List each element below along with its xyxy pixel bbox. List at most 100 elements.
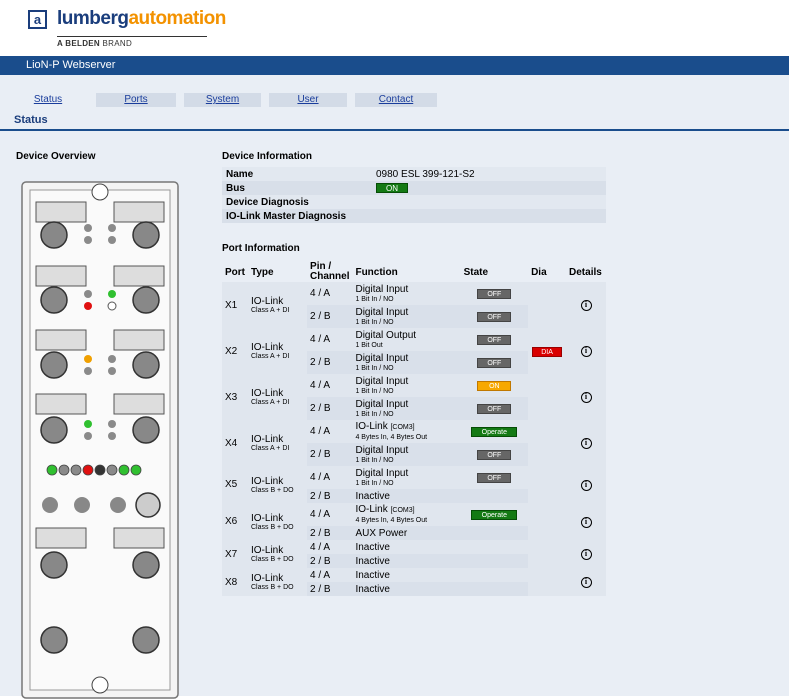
- table-row: Device Diagnosis: [222, 195, 606, 209]
- port-state: Operate: [460, 420, 529, 443]
- port-state: [460, 568, 529, 582]
- port-state: OFF: [460, 443, 529, 466]
- port-id: X4: [222, 420, 248, 466]
- info-icon[interactable]: i: [580, 479, 592, 491]
- info-icon[interactable]: i: [580, 516, 592, 528]
- table-row: X4 IO-Link Class A + DI 4 / A IO-Link [COM3]…: [222, 420, 606, 466]
- port-id: X6: [222, 503, 248, 540]
- port-dia: [528, 374, 567, 420]
- pin-channel: 4 / A: [307, 374, 353, 397]
- port-function: Digital Input 1 Bit In / NO: [352, 305, 461, 328]
- pin-channel: 2 / B: [307, 351, 353, 374]
- port-type: IO-Link Class A + DI: [248, 328, 308, 374]
- pin-channel: 4 / A: [307, 568, 353, 582]
- port-dia: [528, 568, 567, 596]
- port-type: IO-Link Class A + DI: [248, 374, 308, 420]
- port-state: OFF: [460, 466, 529, 489]
- info-icon[interactable]: i: [580, 392, 592, 403]
- port-state: ON: [460, 374, 529, 397]
- port-details: i: [566, 568, 606, 596]
- tab-system[interactable]: System: [184, 93, 261, 107]
- state-badge: OFF: [477, 289, 512, 299]
- page-title: Status: [0, 109, 789, 131]
- port-type: IO-Link Class A + DI: [248, 282, 308, 328]
- port-details: i: [566, 420, 606, 466]
- port-type: IO-Link Class B + DO: [248, 466, 308, 503]
- pin-channel: 4 / A: [307, 503, 353, 526]
- port-state: OFF: [460, 328, 529, 351]
- table-row: IO-Link Master Diagnosis: [222, 209, 606, 223]
- info-icon[interactable]: i: [580, 577, 592, 588]
- port-state: [460, 540, 529, 554]
- port-state: OFF: [460, 397, 529, 420]
- tab-user[interactable]: User: [269, 93, 347, 107]
- table-row: Name 0980 ESL 399-121-S2: [222, 167, 606, 181]
- port-id: X1: [222, 282, 248, 328]
- logo-text: lumbergautomation: [57, 8, 226, 29]
- pin-channel: 4 / A: [307, 420, 353, 443]
- device-overview-heading: Device Overview: [16, 151, 96, 162]
- pin-channel: 4 / A: [307, 328, 353, 351]
- pin-channel: 2 / B: [307, 582, 353, 596]
- tab-status[interactable]: Status: [8, 93, 88, 107]
- dia-badge: DIA: [532, 346, 563, 357]
- port-dia: [528, 540, 567, 568]
- state-badge: OFF: [477, 404, 512, 414]
- port-dia: [528, 420, 567, 466]
- port-details: i: [566, 466, 606, 503]
- port-details: i: [566, 503, 606, 540]
- port-function: Digital Input 1 Bit In / NO: [352, 374, 461, 397]
- port-state: [460, 582, 529, 596]
- tab-ports[interactable]: Ports: [96, 93, 176, 107]
- port-information-table: Port Type Pin / Channel Function State D…: [222, 262, 606, 596]
- port-state: [460, 554, 529, 568]
- port-id: X3: [222, 374, 248, 420]
- state-badge: OFF: [477, 473, 512, 483]
- port-function: Digital Input 1 Bit In / NO: [352, 282, 461, 305]
- header: a lumbergautomation A BELDEN BRAND: [0, 0, 789, 56]
- pin-channel: 2 / B: [307, 305, 353, 328]
- port-details: i: [566, 540, 606, 568]
- port-function: Digital Input 1 Bit In / NO: [352, 466, 461, 489]
- info-icon[interactable]: i: [580, 300, 592, 311]
- port-id: X7: [222, 540, 248, 568]
- info-icon[interactable]: i: [580, 549, 592, 560]
- tab-contact[interactable]: Contact: [355, 93, 437, 107]
- state-badge: OFF: [477, 358, 512, 368]
- port-function: Digital Input 1 Bit In / NO: [352, 397, 461, 420]
- state-badge: OFF: [477, 450, 512, 460]
- port-function: Digital Output 1 Bit Out: [352, 328, 461, 351]
- port-function: IO-Link [COM3] 4 Bytes In, 4 Bytes Out: [352, 420, 461, 443]
- bus-status-badge: ON: [376, 182, 408, 193]
- port-function: Digital Input 1 Bit In / NO: [352, 443, 461, 466]
- port-dia: DIA: [528, 328, 567, 374]
- port-type: IO-Link Class B + DO: [248, 568, 308, 596]
- port-state: OFF: [460, 351, 529, 374]
- table-row: X2 IO-Link Class A + DI 4 / A Digital Output…: [222, 328, 606, 374]
- port-details: i: [566, 328, 606, 374]
- info-icon[interactable]: i: [580, 438, 592, 449]
- port-dia: [528, 503, 567, 540]
- port-state: Operate: [460, 503, 529, 526]
- port-id: X2: [222, 328, 248, 374]
- state-badge: ON: [477, 381, 512, 391]
- info-icon[interactable]: i: [580, 346, 592, 357]
- port-state: OFF: [460, 282, 529, 305]
- pin-channel: 2 / B: [307, 489, 353, 503]
- device-name-value: 0980 ESL 399-121-S2: [372, 167, 606, 181]
- port-dia: [528, 282, 567, 328]
- table-row: X6 IO-Link Class B + DO 4 / A IO-Link [COM3]…: [222, 503, 606, 540]
- port-state: [460, 489, 529, 503]
- pin-channel: 2 / B: [307, 554, 353, 568]
- port-state: [460, 526, 529, 540]
- table-row: X3 IO-Link Class A + DI 4 / A Digital Input 1…: [222, 374, 606, 420]
- table-row: X7 IO-Link Class B + DO 4 / A Inactive i: [222, 540, 606, 568]
- pin-channel: 2 / B: [307, 526, 353, 540]
- app-title: LioN-P Webserver: [0, 56, 789, 75]
- device-information-table: Name 0980 ESL 399-121-S2 Bus ON Device Dia…: [222, 167, 606, 223]
- pin-channel: 2 / B: [307, 443, 353, 466]
- pin-channel: 4 / A: [307, 282, 353, 305]
- device-information-heading: Device Information: [222, 151, 313, 162]
- port-type: IO-Link Class A + DI: [248, 420, 308, 466]
- port-function: AUX Power: [352, 526, 461, 540]
